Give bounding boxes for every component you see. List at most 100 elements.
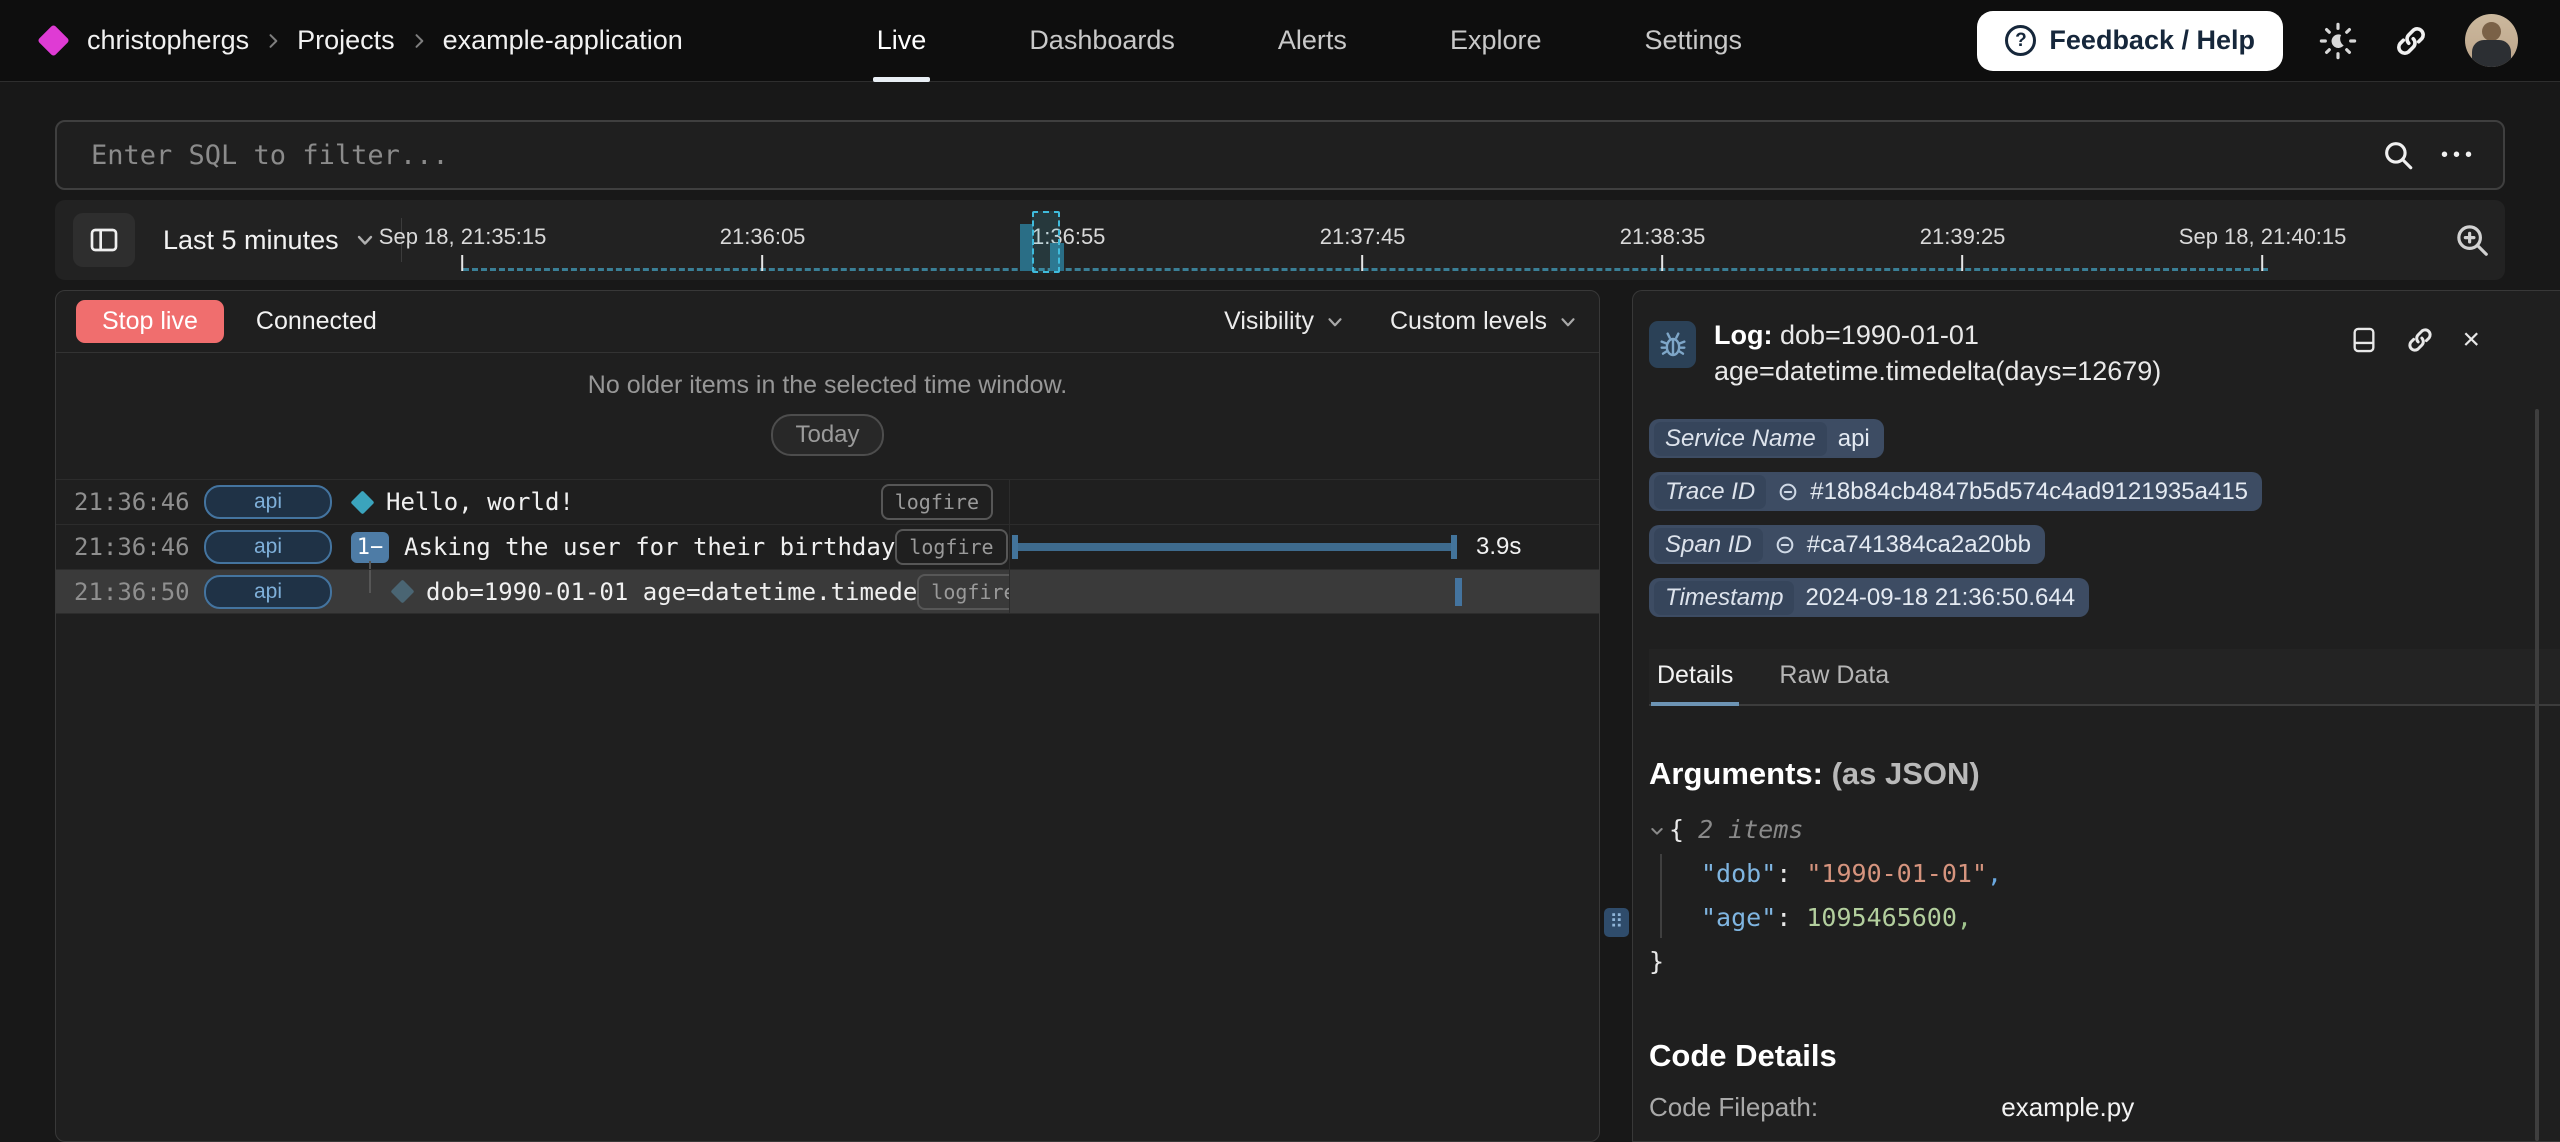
- feedback-help-label: Feedback / Help: [2049, 25, 2255, 56]
- span-id-chip[interactable]: Span ID #ca741384ca2a20bb: [1649, 525, 2045, 564]
- breadcrumb-section[interactable]: Projects: [297, 25, 395, 56]
- service-name-value: api: [1838, 425, 1870, 453]
- user-avatar[interactable]: [2465, 14, 2518, 67]
- share-link-button[interactable]: [2393, 23, 2429, 59]
- timeline-zoom-button[interactable]: [2453, 221, 2491, 259]
- nav-tab-explore[interactable]: Explore: [1446, 0, 1546, 82]
- today-button[interactable]: Today: [771, 414, 883, 456]
- timeline-bar: Last 5 minutes Sep 18, 21:35:15 21:36:05…: [55, 200, 2505, 280]
- empty-state-message: No older items in the selected time wind…: [588, 371, 1067, 400]
- link-icon: [2405, 325, 2435, 355]
- dock-panel-icon: [2350, 326, 2378, 354]
- span-duration-label: 3.9s: [1476, 533, 1521, 561]
- content-panels: Stop live Connected Visibility Custom le…: [55, 290, 2560, 1142]
- panel-resize-handle[interactable]: ⠿: [1604, 908, 1629, 937]
- breadcrumb: christophergs Projects example-applicati…: [87, 25, 683, 56]
- sql-filter-bar: •••: [55, 120, 2505, 190]
- nav-tab-alerts[interactable]: Alerts: [1274, 0, 1351, 82]
- timeline-tick: 21:36:05: [720, 224, 806, 271]
- link-icon: [2393, 23, 2429, 59]
- log-level-diamond-icon: [350, 490, 374, 514]
- span-duration-bar: [1012, 543, 1457, 551]
- code-filepath-row: Code Filepath: example.py: [1649, 1092, 2560, 1123]
- detail-header: Log: dob=1990-01-01 age=datetime.timedel…: [1649, 317, 2560, 389]
- feedback-help-button[interactable]: ? Feedback / Help: [1977, 11, 2283, 71]
- copy-link-button[interactable]: [2405, 325, 2435, 355]
- logfire-logo-icon: [37, 24, 70, 57]
- grip-icon: ⠿: [1610, 911, 1624, 934]
- dock-panel-button[interactable]: [2350, 326, 2378, 354]
- theme-toggle-button[interactable]: [2319, 22, 2357, 60]
- timeline-tick: 21:38:35: [1620, 224, 1706, 271]
- service-tag-badge[interactable]: api: [204, 530, 332, 564]
- search-icon: [2381, 138, 2415, 172]
- panel-toggle-icon: [88, 224, 120, 256]
- duration-cell: 3.9s: [1009, 525, 1599, 569]
- chevron-down-icon: [1557, 311, 1579, 333]
- tab-details[interactable]: Details: [1655, 655, 1735, 704]
- logfire-scope-badge: logfire: [881, 484, 993, 520]
- close-icon: ×: [2462, 323, 2480, 356]
- visibility-dropdown[interactable]: Visibility: [1224, 307, 1346, 336]
- span-id-value: #ca741384ca2a20bb: [1807, 531, 2031, 559]
- log-message: Hello, world!: [386, 488, 574, 516]
- breadcrumb-org[interactable]: christophergs: [87, 25, 249, 56]
- link-icon: [1774, 534, 1796, 556]
- nav-tab-live[interactable]: Live: [873, 0, 931, 82]
- log-detail-panel: Log: dob=1990-01-01 age=datetime.timedel…: [1632, 290, 2560, 1142]
- log-message: Asking the user for their birthday: [404, 533, 895, 561]
- nav-tab-settings[interactable]: Settings: [1640, 0, 1746, 82]
- chevron-right-icon: [409, 31, 429, 51]
- empty-state: No older items in the selected time wind…: [56, 353, 1599, 479]
- tab-raw-data[interactable]: Raw Data: [1777, 655, 1891, 704]
- top-bar: christophergs Projects example-applicati…: [0, 0, 2560, 82]
- service-tag-badge[interactable]: api: [204, 575, 332, 609]
- timeline-activity-bar: [1020, 224, 1033, 271]
- timeline-selection-region[interactable]: [1032, 211, 1060, 273]
- timestamp-value: 2024-09-18 21:36:50.644: [1805, 584, 2075, 612]
- service-name-chip[interactable]: Service Name api: [1649, 419, 1884, 458]
- timeline-tick: 21:39:25: [1920, 224, 2006, 271]
- close-detail-button[interactable]: ×: [2462, 327, 2480, 353]
- log-row-selected[interactable]: 21:36:50 api dob=1990-01-01 age=datetime…: [56, 569, 1599, 614]
- log-row[interactable]: 21:36:46 api Hello, world! logfire: [56, 479, 1599, 524]
- timeline-tick: 21:37:45: [1320, 224, 1406, 271]
- timeline-strip[interactable]: Sep 18, 21:35:15 21:36:05 21:36:55 21:37…: [402, 200, 2437, 280]
- nav-tab-dashboards[interactable]: Dashboards: [1025, 0, 1179, 82]
- sidebar-toggle-button[interactable]: [73, 213, 135, 267]
- code-details-heading: Code Details: [1649, 1038, 2560, 1074]
- duration-cell: [1009, 570, 1599, 613]
- time-range-label: Last 5 minutes: [163, 225, 339, 256]
- ellipsis-icon: •••: [2441, 144, 2477, 166]
- header-actions: ? Feedback / Help: [1977, 11, 2518, 71]
- collapse-children-badge[interactable]: 1−: [351, 532, 389, 563]
- timestamp-chip[interactable]: Timestamp 2024-09-18 21:36:50.644: [1649, 578, 2089, 617]
- trace-id-chip[interactable]: Trace ID #18b84cb4847b5d574c4ad9121935a4…: [1649, 472, 2262, 511]
- arguments-heading: Arguments: (as JSON): [1649, 756, 2560, 792]
- search-button[interactable]: [2381, 138, 2415, 172]
- sql-filter-input[interactable]: [91, 140, 2381, 171]
- connection-status: Connected: [256, 307, 377, 336]
- log-level-diamond-icon: [390, 579, 414, 603]
- log-row[interactable]: 21:36:46 api 1− Asking the user for thei…: [56, 524, 1599, 569]
- time-range-dropdown[interactable]: Last 5 minutes: [163, 225, 377, 256]
- json-close-line: }: [1649, 940, 2560, 984]
- collapse-chevron-icon[interactable]: [1649, 823, 1665, 839]
- custom-levels-dropdown[interactable]: Custom levels: [1390, 307, 1579, 336]
- json-indent-guide: [1660, 854, 1662, 938]
- json-root-line[interactable]: {2 items: [1649, 808, 2560, 852]
- filter-more-button[interactable]: •••: [2441, 144, 2477, 167]
- main-nav: Live Dashboards Alerts Explore Settings: [873, 0, 1746, 82]
- logfire-scope-badge: logfire: [917, 574, 1009, 610]
- scrollbar-thumb[interactable]: [2535, 409, 2539, 1141]
- metadata-chips: Service Name api Trace ID #18b84cb4847b5…: [1649, 419, 2560, 617]
- log-time: 21:36:46: [56, 533, 192, 561]
- log-type-icon-box: [1649, 321, 1696, 368]
- stop-live-button[interactable]: Stop live: [76, 300, 224, 343]
- zoom-in-icon: [2453, 221, 2491, 259]
- service-tag-badge[interactable]: api: [204, 485, 332, 519]
- detail-tabs: Details Raw Data: [1649, 649, 2560, 706]
- chevron-right-icon: [263, 31, 283, 51]
- link-icon: [1777, 481, 1799, 503]
- breadcrumb-project[interactable]: example-application: [443, 25, 683, 56]
